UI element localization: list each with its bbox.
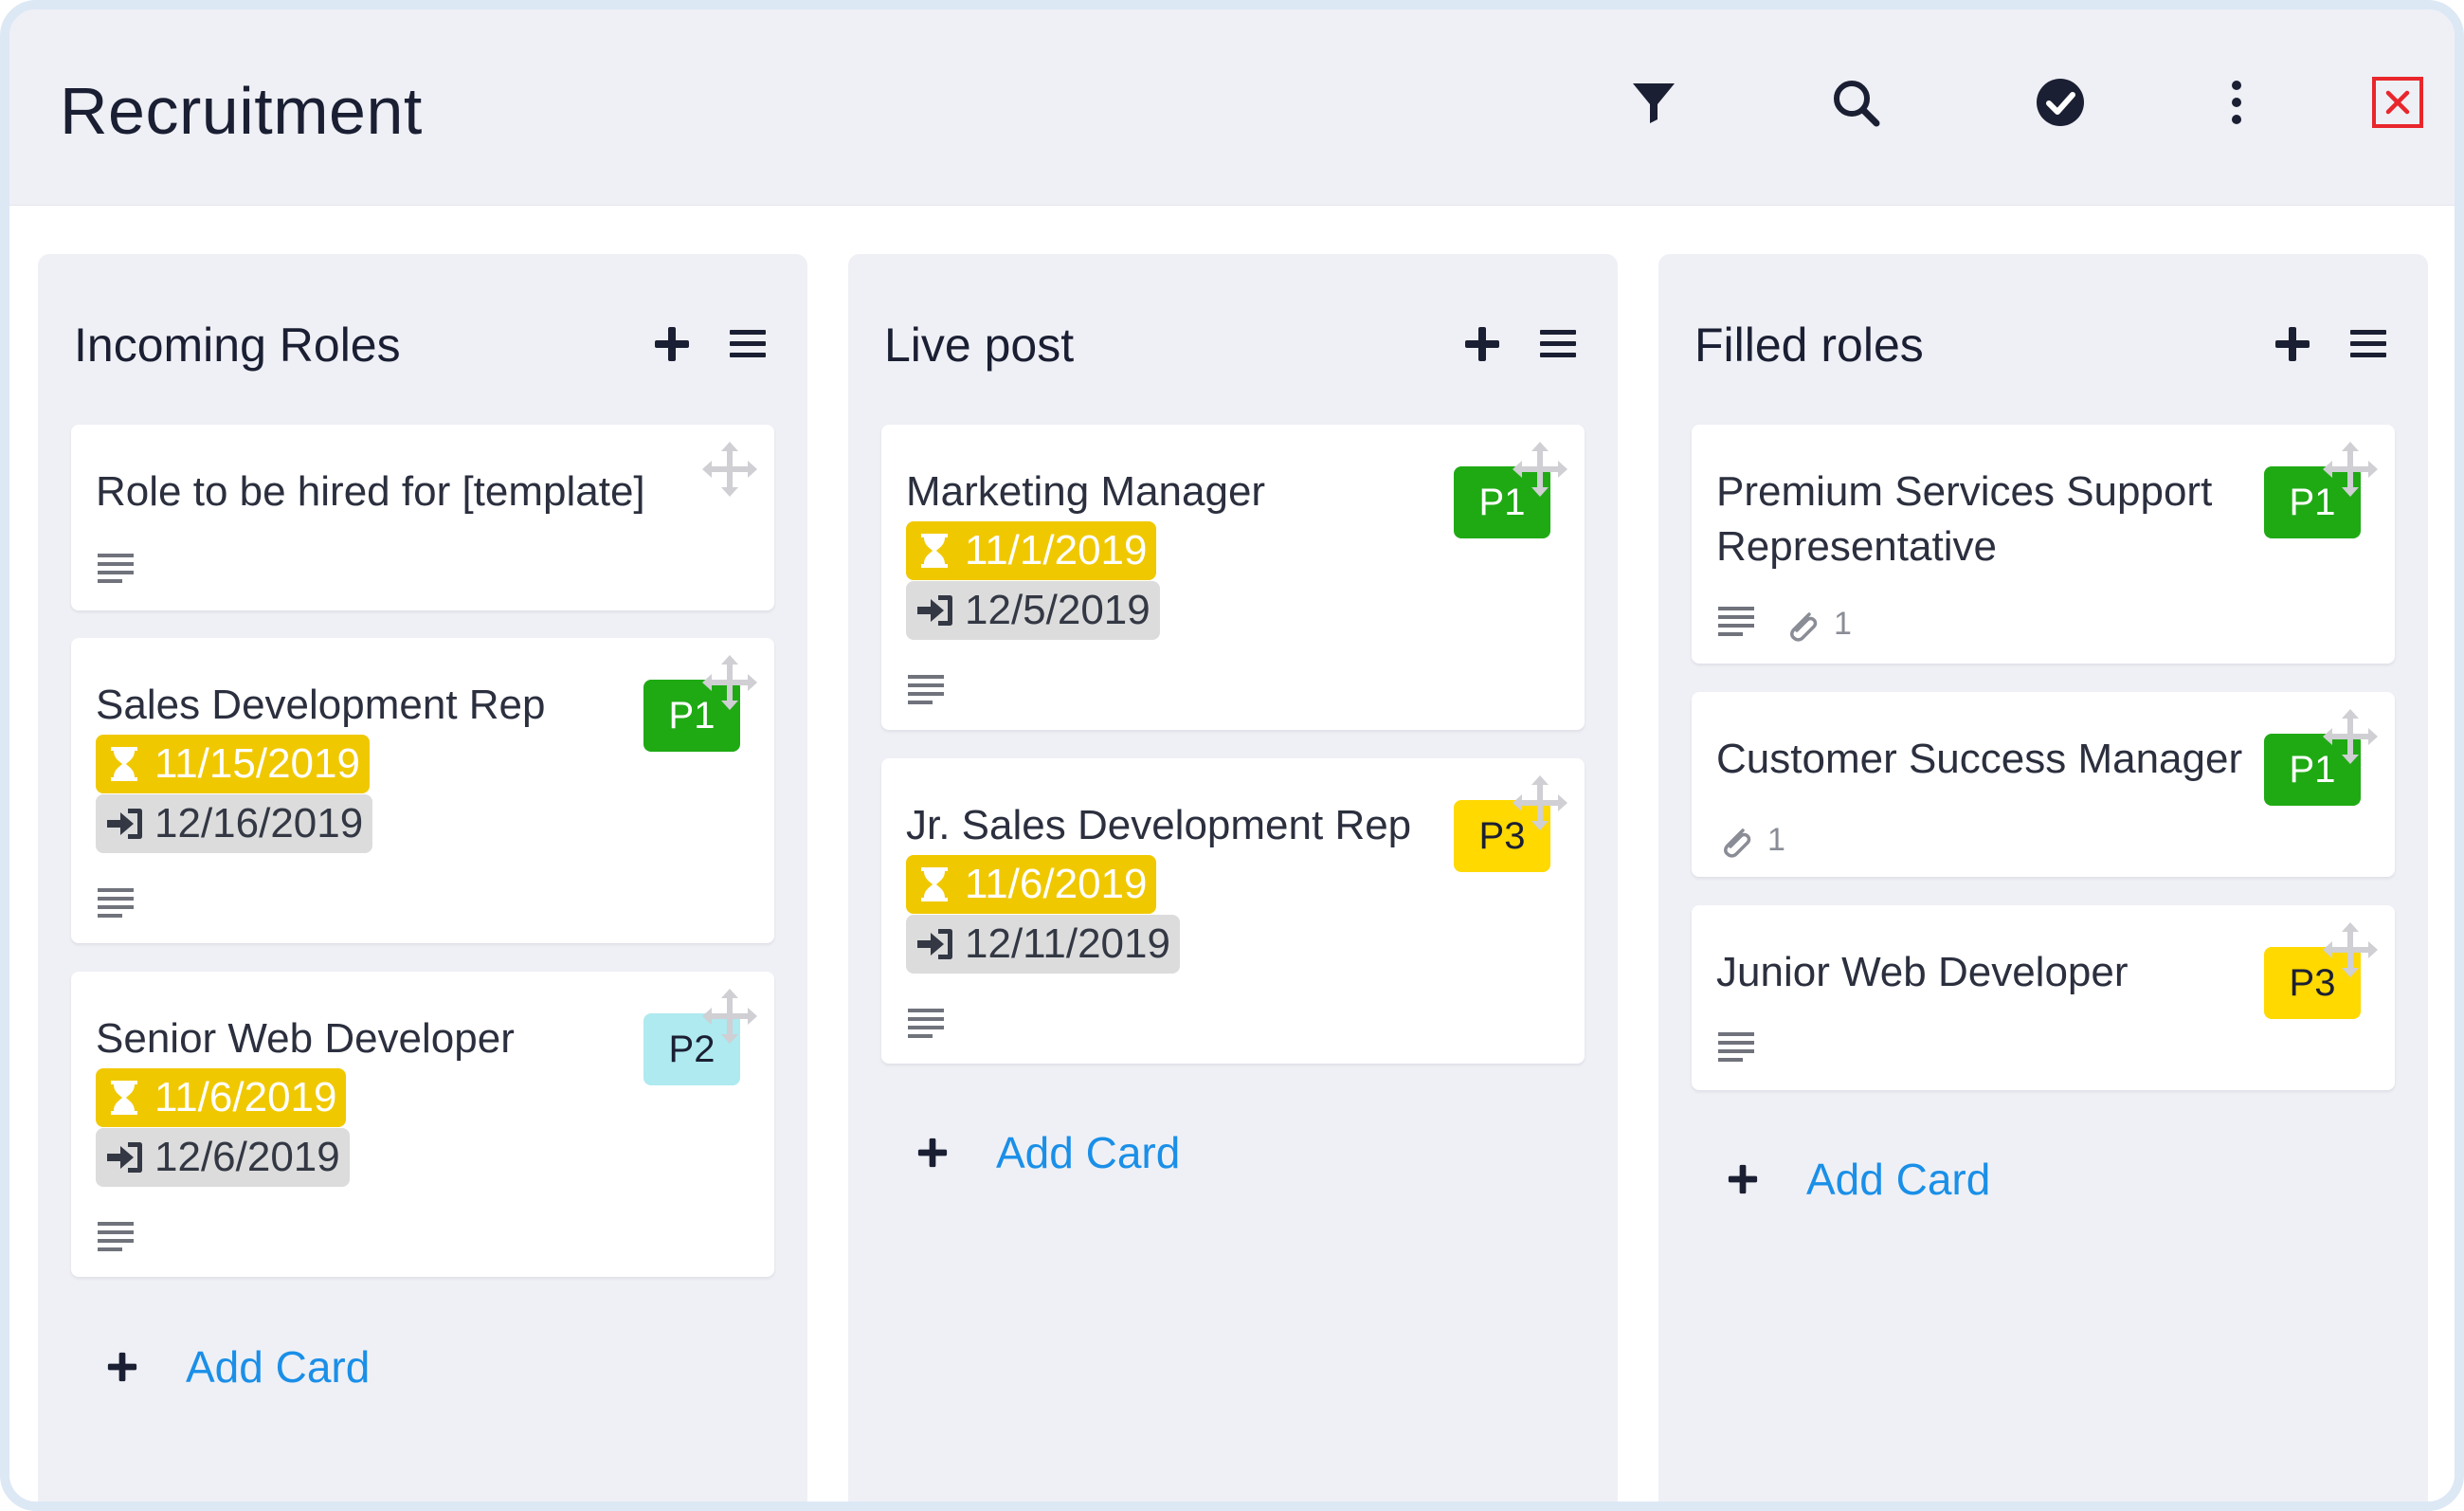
- due-date-badge: 11/15/2019: [96, 735, 370, 793]
- due-date-badge: 11/6/2019: [906, 855, 1157, 914]
- card[interactable]: Jr. Sales Development Rep P3 11/6/2019 1…: [881, 758, 1585, 1064]
- card[interactable]: Junior Web Developer P3: [1692, 905, 2395, 1090]
- list-title: Filled roles: [1694, 319, 1924, 372]
- add-card-icon[interactable]: [648, 320, 696, 368]
- card[interactable]: Customer Success Manager P1 1: [1692, 692, 2395, 877]
- add-card-icon[interactable]: [1458, 320, 1506, 368]
- card-title: Junior Web Developer: [1716, 949, 2129, 995]
- list-filled-roles: Filled roles Premium Services Support Re…: [1658, 254, 2428, 1502]
- move-icon[interactable]: [2319, 919, 2382, 981]
- plus-icon: [1728, 1164, 1758, 1194]
- card[interactable]: Senior Web Developer P2 11/6/2019 12/6/2…: [71, 972, 774, 1277]
- start-date: 12/11/2019: [965, 920, 1170, 967]
- list-menu-icon[interactable]: [1534, 320, 1582, 368]
- add-card-button[interactable]: Add Card: [913, 1124, 1180, 1181]
- hourglass-icon: [921, 534, 948, 568]
- add-card-label: Add Card: [1806, 1155, 1991, 1204]
- start-date: 12/6/2019: [154, 1134, 340, 1180]
- paperclip-icon: [1716, 821, 1754, 859]
- add-card-label: Add Card: [996, 1128, 1181, 1177]
- sign-in-icon: [917, 595, 952, 626]
- description-icon: [96, 883, 136, 922]
- close-icon[interactable]: [2371, 76, 2424, 129]
- move-icon[interactable]: [698, 651, 761, 714]
- card[interactable]: Role to be hired for [template]: [71, 425, 774, 610]
- check-circle-icon[interactable]: [2034, 76, 2087, 129]
- card-title: Marketing Manager: [906, 468, 1266, 515]
- add-card-icon[interactable]: [2269, 320, 2316, 368]
- more-vertical-icon[interactable]: [2210, 76, 2263, 129]
- attachment-count: 1: [1767, 822, 1785, 858]
- board-title: Recruitment: [60, 74, 423, 148]
- due-date-badge: 11/6/2019: [96, 1068, 347, 1127]
- card-title: Customer Success Manager: [1716, 736, 2243, 782]
- list-menu-icon[interactable]: [2345, 320, 2392, 368]
- list-menu-icon[interactable]: [724, 320, 771, 368]
- due-date: 11/6/2019: [154, 1074, 337, 1120]
- move-icon[interactable]: [1509, 438, 1571, 501]
- card-title: Role to be hired for [template]: [96, 468, 645, 515]
- move-icon[interactable]: [2319, 705, 2382, 768]
- start-date-badge: 12/6/2019: [96, 1128, 350, 1187]
- card[interactable]: Premium Services Support Representative …: [1692, 425, 2395, 664]
- sign-in-icon: [917, 929, 952, 959]
- move-icon[interactable]: [698, 985, 761, 1047]
- filter-icon[interactable]: [1627, 76, 1680, 129]
- board-window: Recruitment Incoming Roles Role to be hi…: [0, 0, 2464, 1511]
- board-header: Recruitment: [9, 9, 2455, 206]
- list-live-post: Live post Marketing Manager P1 11/1/2019…: [848, 254, 1618, 1502]
- due-date-badge: 11/1/2019: [906, 521, 1157, 580]
- description-icon: [906, 1003, 946, 1043]
- card-title: Jr. Sales Development Rep: [906, 802, 1412, 848]
- hourglass-icon: [921, 867, 948, 901]
- add-card-button[interactable]: Add Card: [1723, 1151, 1990, 1208]
- list-title: Incoming Roles: [74, 319, 401, 372]
- card[interactable]: Sales Development Rep P1 11/15/2019 12/1…: [71, 638, 774, 943]
- due-date: 11/1/2019: [965, 527, 1148, 573]
- description-icon: [1716, 601, 1756, 641]
- plus-icon: [107, 1352, 137, 1382]
- move-icon[interactable]: [1509, 772, 1571, 834]
- list-title: Live post: [884, 319, 1075, 372]
- sign-in-icon: [107, 809, 142, 839]
- card-title: Sales Development Rep: [96, 682, 546, 728]
- start-date: 12/5/2019: [965, 587, 1150, 633]
- hourglass-icon: [111, 747, 137, 781]
- list-incoming-roles: Incoming Roles Role to be hired for [tem…: [38, 254, 807, 1502]
- start-date: 12/16/2019: [154, 800, 364, 847]
- plus-icon: [917, 1138, 948, 1168]
- move-icon[interactable]: [2319, 438, 2382, 501]
- description-icon: [906, 669, 946, 709]
- add-card-label: Add Card: [186, 1342, 371, 1392]
- description-icon: [96, 548, 136, 588]
- start-date-badge: 12/5/2019: [906, 581, 1160, 640]
- card-title: Premium Services Support Representative: [1716, 468, 2213, 570]
- start-date-badge: 12/16/2019: [96, 794, 373, 853]
- move-icon[interactable]: [698, 438, 761, 501]
- due-date: 11/15/2019: [154, 740, 360, 787]
- add-card-button[interactable]: Add Card: [102, 1338, 370, 1395]
- card-title: Senior Web Developer: [96, 1015, 515, 1062]
- hourglass-icon: [111, 1081, 137, 1115]
- description-icon: [1716, 1027, 1756, 1066]
- sign-in-icon: [107, 1142, 142, 1173]
- start-date-badge: 12/11/2019: [906, 915, 1180, 974]
- search-icon[interactable]: [1829, 76, 1882, 129]
- due-date: 11/6/2019: [965, 861, 1148, 907]
- attachment-count: 1: [1834, 606, 1852, 642]
- paperclip-icon: [1783, 605, 1821, 643]
- description-icon: [96, 1216, 136, 1256]
- card[interactable]: Marketing Manager P1 11/1/2019 12/5/2019: [881, 425, 1585, 730]
